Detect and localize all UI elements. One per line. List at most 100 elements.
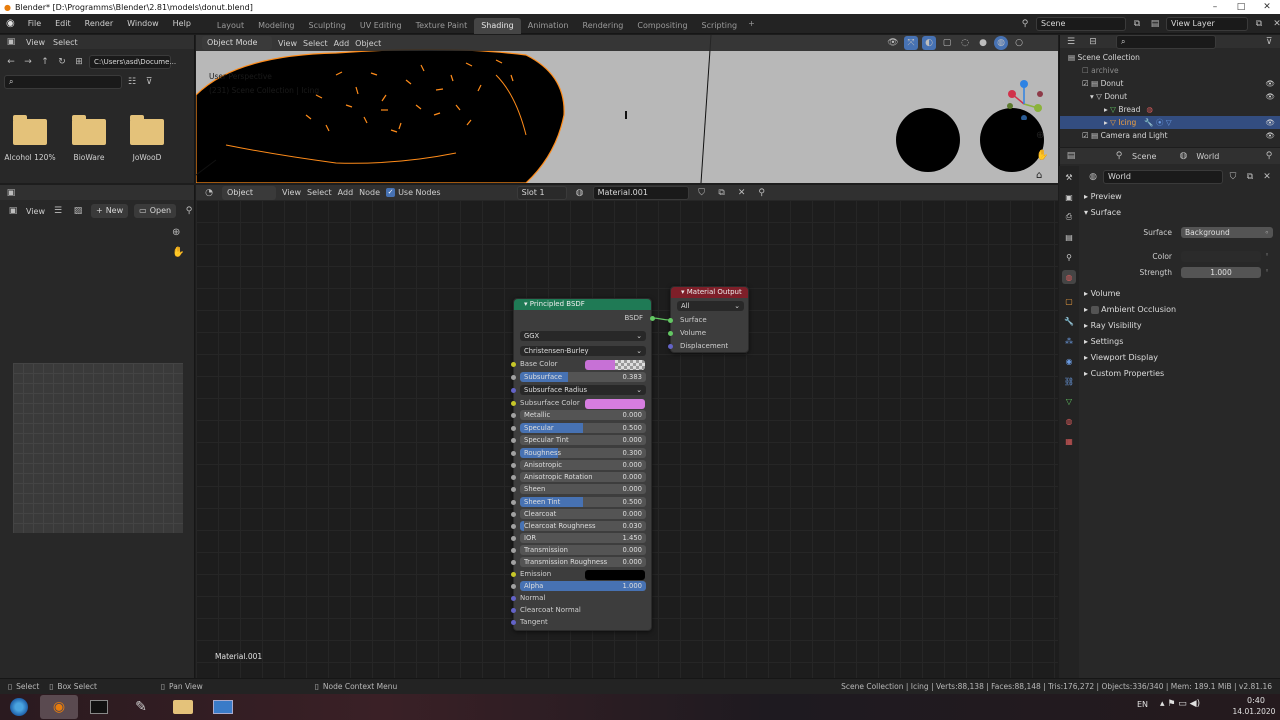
displacement-input-socket[interactable] [668,344,673,349]
view-layer-icon[interactable]: ▤ [1148,17,1162,31]
bsdf-field[interactable]: Metallic 0.000 [520,410,646,420]
subsurface-radius-dropdown[interactable]: Subsurface Radius ⌄ [520,385,646,395]
bsdf-field[interactable]: Anisotropic 0.000 [520,460,646,470]
maximize-button[interactable]: □ [1228,0,1254,14]
material-output-node[interactable]: ▾ Material Output All ⌄ Surface Volume Di… [668,286,749,353]
workspace-tab[interactable]: Sculpting [302,18,353,34]
workspace-tab[interactable]: UV Editing [353,18,409,34]
mode-selector[interactable]: Object Mode [202,36,272,50]
remove-view-layer-icon[interactable]: ✕ [1270,17,1280,31]
object-tab-icon[interactable]: ▢ [1062,294,1076,308]
bsdf-output-socket[interactable] [650,316,655,321]
pin-icon[interactable]: ⚲ [182,204,196,218]
panel-preview[interactable]: ▸ Preview [1084,192,1122,201]
zoom-icon[interactable]: ⊕ [172,227,180,238]
pan-hand-icon[interactable]: ✋ [172,247,184,258]
scene-tab-icon[interactable]: ⚲ [1062,250,1076,264]
constraints-tab-icon[interactable]: ⛓ [1062,374,1076,388]
slot-selector[interactable]: Slot 1 [516,185,567,200]
bsdf-field[interactable]: IOR 1.450 [520,533,646,543]
input-socket[interactable] [511,475,516,480]
parent-dir-icon[interactable]: ↑ [38,55,52,69]
bsdf-field[interactable]: Sheen 0.000 [520,484,646,494]
view-layer-selector[interactable]: View Layer [1166,17,1248,31]
surface-shader-field[interactable]: Background ◦ [1181,227,1273,238]
eye-icon[interactable]: 👁 [1265,77,1275,90]
bsdf-field[interactable]: Clearcoat 0.000 [520,509,646,519]
folder-label[interactable]: Alcohol 120% [0,153,60,162]
display-mode-icon[interactable]: ⊟ [1086,35,1100,49]
vp-view-menu[interactable]: View [278,39,297,48]
clearcoat-normal-socket[interactable] [511,608,516,613]
particles-tab-icon[interactable]: ⁂ [1062,334,1076,348]
subsurface-color-swatch[interactable] [585,399,645,409]
checkbox-icon[interactable]: ☐ [1082,66,1091,75]
menu-window[interactable]: Window [120,14,166,34]
checkbox-checked-icon[interactable]: ☑ [1082,79,1091,88]
hamburger-icon[interactable]: ☰ [51,204,65,218]
path-field[interactable]: C:\Users\asd\Docume... [89,55,176,69]
editor-type-icon[interactable]: ▤ [1064,149,1078,163]
world-color-swatch[interactable] [1181,251,1261,262]
modifier-tab-icon[interactable]: 🔧 [1062,314,1076,328]
editor-type-icon[interactable]: ▣ [4,186,18,200]
shader-editor-type-icon[interactable]: ◔ [202,186,216,200]
folder-icon[interactable] [130,115,164,145]
vp-select-menu[interactable]: Select [303,39,328,48]
strength-field[interactable]: 1.000 [1181,267,1261,278]
output-tab-icon[interactable]: ⎙ [1062,210,1076,224]
surface-input-socket[interactable] [668,318,673,323]
subsurface-color-socket[interactable] [511,401,516,406]
bsdf-field[interactable]: Transmission 0.000 [520,545,646,555]
3d-viewport[interactable] [196,35,1058,183]
normal-socket[interactable] [511,596,516,601]
input-socket[interactable] [511,463,516,468]
workspace-tab[interactable]: Animation [521,18,576,34]
physics-tab-icon[interactable]: ◉ [1062,354,1076,368]
node-header[interactable]: ▾ Material Output [671,287,748,298]
bsdf-field[interactable]: Specular 0.500 [520,423,646,433]
language-indicator[interactable]: EN [1137,700,1148,709]
camera-view-icon[interactable]: ⌂ [1036,170,1050,184]
pan-hand-icon[interactable]: ✋ [1036,150,1050,164]
checkbox-icon[interactable] [1090,305,1099,314]
subsurface-method-dropdown[interactable]: Christensen-Burley ⌄ [520,346,646,356]
panel-ray-visibility[interactable]: ▸ Ray Visibility [1084,321,1142,330]
wireframe-shading-icon[interactable]: ◌ [958,36,972,50]
alpha-field[interactable]: Alpha 1.000 [520,581,646,591]
data-tab-icon[interactable]: ▽ [1062,394,1076,408]
panel-volume[interactable]: ▸ Volume [1084,289,1120,298]
view-layer-tab-icon[interactable]: ▤ [1062,230,1076,244]
subsurface-radius-socket[interactable] [511,388,516,393]
vp-object-menu[interactable]: Object [355,39,381,48]
eye-icon[interactable]: 👁 [1265,90,1275,103]
workspace-tab[interactable]: Scripting [695,18,745,34]
folder-label[interactable]: JoWooD [117,153,177,162]
distribution-dropdown[interactable]: GGX ⌄ [520,331,646,341]
output-target-dropdown[interactable]: All ⌄ [677,301,744,311]
new-view-layer-icon[interactable]: ⧉ [1252,17,1266,31]
scene-selector[interactable]: Scene [1036,17,1126,31]
bsdf-field[interactable]: Roughness 0.300 [520,448,646,458]
bsdf-field[interactable]: Anisotropic Rotation 0.000 [520,472,646,482]
input-socket[interactable] [511,413,516,418]
forward-icon[interactable]: → [21,55,35,69]
image-editor-mode-icon[interactable]: ▣ [6,204,20,218]
base-color-socket[interactable] [511,362,516,367]
outliner-row[interactable]: ☐ archive [1060,64,1280,77]
fake-user-icon[interactable]: ⛉ [1226,170,1240,184]
breadcrumb-scene[interactable]: Scene [1132,152,1156,161]
display-mode-icon[interactable]: ☷ [125,75,139,89]
clock-time[interactable]: 0:40 [1236,696,1276,705]
outliner-row[interactable]: ▤ Scene Collection [1060,51,1280,64]
close-button[interactable]: ✕ [1254,0,1280,14]
pin-icon[interactable]: ⚲ [755,186,769,200]
start-button[interactable] [2,695,36,719]
editor-type-icon[interactable]: ▣ [4,35,18,49]
input-socket[interactable] [511,512,516,517]
ne-select-menu[interactable]: Select [307,188,332,197]
new-scene-icon[interactable]: ⧉ [1130,17,1144,31]
blender-menu-icon[interactable]: ◉ [0,18,21,29]
panel-surface[interactable]: ▾ Surface [1084,208,1121,217]
workspace-tab[interactable]: Compositing [630,18,694,34]
